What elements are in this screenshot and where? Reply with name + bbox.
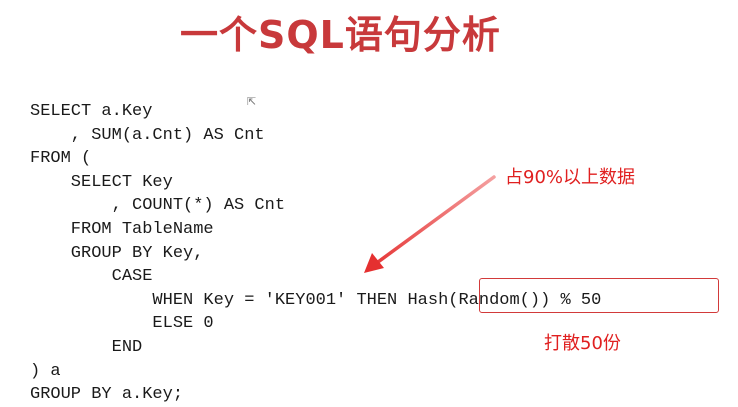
pointer-arrow-icon: [364, 175, 496, 273]
